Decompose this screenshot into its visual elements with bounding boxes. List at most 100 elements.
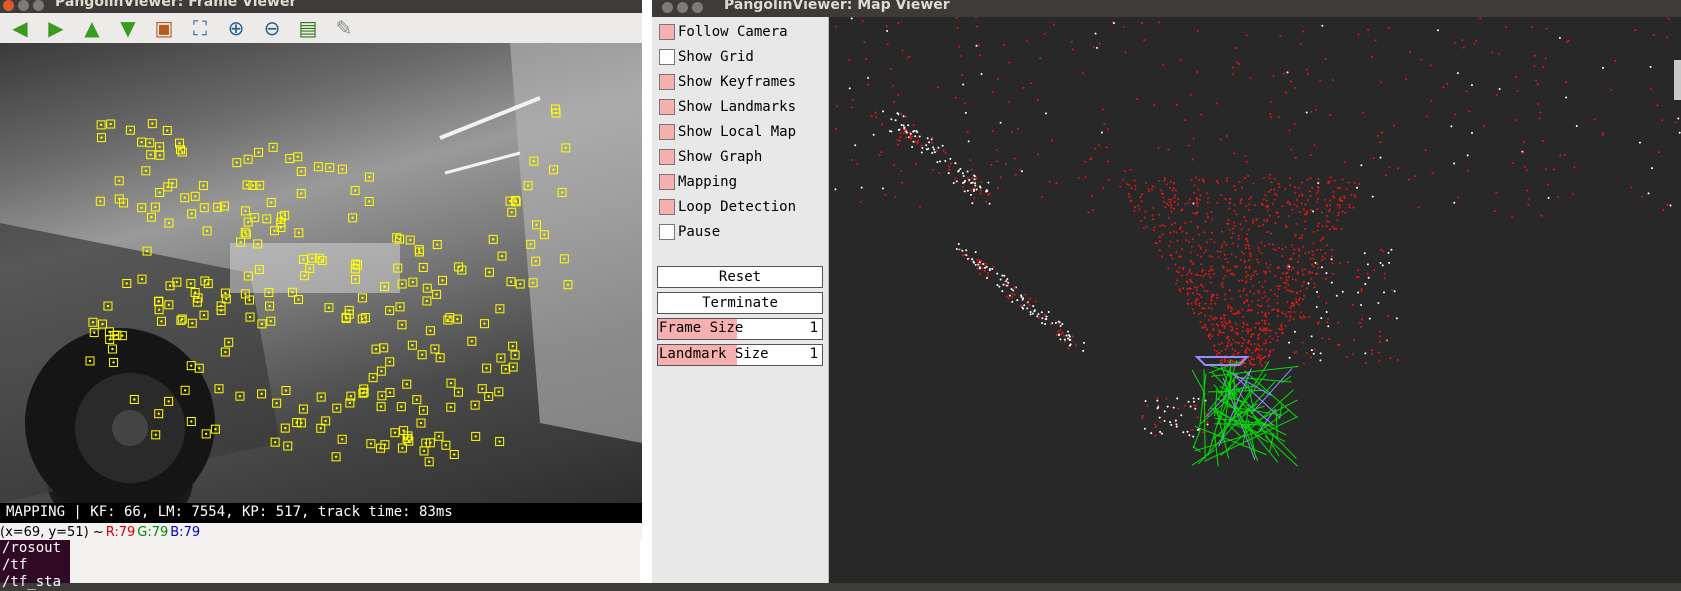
feature-point (399, 306, 401, 308)
landmark-point (1311, 187, 1313, 189)
save-icon[interactable]: ▤ (296, 17, 320, 39)
landmark-point (1187, 294, 1189, 296)
landmark-point (1315, 262, 1317, 264)
landmark-point (1167, 149, 1169, 151)
landmark-point (1298, 248, 1300, 250)
landmark-point (856, 163, 858, 165)
maximize-icon[interactable] (692, 2, 703, 13)
landmark-point (1291, 209, 1293, 211)
landmark-point (1269, 270, 1271, 272)
image-icon[interactable]: ▣ (152, 17, 176, 39)
checkbox-show-local-map[interactable]: Show Local Map (659, 121, 796, 143)
feature-point (224, 292, 226, 294)
checkbox-box[interactable] (659, 74, 675, 90)
checkbox-follow-camera[interactable]: Follow Camera (659, 21, 788, 43)
feature-point (400, 405, 402, 407)
zoom-out-icon[interactable]: ⊖ (260, 17, 284, 39)
landmark-point (1208, 307, 1210, 309)
landmark-point (1030, 311, 1032, 313)
feature-point (370, 442, 372, 444)
landmark-point (1641, 196, 1643, 198)
brush-icon[interactable]: ✎ (332, 17, 356, 39)
landmark-point (931, 136, 933, 138)
frame-viewer-titlebar[interactable]: PangolinViewer: Frame Viewer (0, 0, 642, 13)
landmark-point (1408, 179, 1410, 181)
close-icon[interactable] (3, 0, 14, 11)
landmark-point (1450, 125, 1452, 127)
checkbox-show-graph[interactable]: Show Graph (659, 146, 762, 168)
landmark-point (1269, 174, 1271, 176)
arrow-right-icon[interactable]: ▶ (44, 17, 68, 39)
map-viewer-titlebar[interactable]: PangolinViewer: Map Viewer (652, 0, 1681, 17)
checkbox-show-grid[interactable]: Show Grid (659, 46, 754, 68)
checkbox-box[interactable] (659, 199, 675, 215)
landmark-point (913, 141, 915, 143)
zoom-fit-icon[interactable]: ⛶ (188, 17, 212, 39)
landmark-point (962, 83, 964, 85)
checkbox-box[interactable] (659, 49, 675, 65)
landmark-point (1303, 363, 1305, 365)
checkbox-loop-detection[interactable]: Loop Detection (659, 196, 796, 218)
landmark-point (903, 128, 905, 130)
landmark-point (913, 124, 915, 126)
checkbox-box[interactable] (659, 99, 675, 115)
landmark-point (1207, 423, 1209, 425)
minimize-icon[interactable] (677, 2, 688, 13)
landmark-point (1184, 119, 1186, 121)
landmark-point (958, 243, 960, 245)
arrow-up-icon[interactable]: ▲ (80, 17, 104, 39)
terminate-button[interactable]: Terminate (657, 292, 823, 314)
checkbox-box[interactable] (659, 24, 675, 40)
landmark-point (1329, 114, 1331, 116)
zoom-in-icon[interactable]: ⊕ (224, 17, 248, 39)
checkbox-box[interactable] (659, 224, 675, 240)
landmark-point (1193, 401, 1195, 403)
landmark-point (1235, 213, 1237, 215)
checkbox-box[interactable] (659, 124, 675, 140)
checkbox-show-landmarks[interactable]: Show Landmarks (659, 96, 796, 118)
landmark-point (1537, 103, 1539, 105)
landmark-point (1289, 130, 1291, 132)
landmark-point (1265, 271, 1267, 273)
landmark-point (928, 141, 930, 143)
landmark-point (1226, 180, 1228, 182)
reset-button[interactable]: Reset (657, 266, 823, 288)
minimize-icon[interactable] (18, 0, 29, 11)
feature-point (485, 367, 487, 369)
landmark-point (1053, 23, 1055, 25)
landmark-size-slider[interactable]: Landmark Size 1 (657, 344, 823, 366)
map-3d-view[interactable] (829, 17, 1681, 583)
landmark-point (1326, 244, 1328, 246)
maximize-icon[interactable] (33, 0, 44, 11)
close-icon[interactable] (662, 2, 673, 13)
landmark-point (1414, 175, 1416, 177)
checkbox-mapping[interactable]: Mapping (659, 171, 737, 193)
landmark-point (1245, 247, 1247, 249)
checkbox-show-keyframes[interactable]: Show Keyframes (659, 71, 796, 93)
landmark-point (1166, 183, 1168, 185)
landmark-point (1270, 189, 1272, 191)
frame-size-slider[interactable]: Frame Size 1 (657, 318, 823, 340)
feature-point (341, 438, 343, 440)
landmark-point (1168, 245, 1170, 247)
landmark-point (1312, 265, 1314, 267)
landmark-point (1653, 34, 1655, 36)
checkbox-box[interactable] (659, 174, 675, 190)
landmark-point (961, 250, 963, 252)
feature-point (341, 168, 343, 170)
landmark-point (1394, 290, 1396, 292)
feature-point (401, 447, 403, 449)
landmark-point (1236, 266, 1238, 268)
terminal[interactable]: /rosout /tf /tf_sta (0, 540, 70, 583)
landmark-point (1267, 267, 1269, 269)
checkbox-box[interactable] (659, 149, 675, 165)
landmark-point (1339, 262, 1341, 264)
landmark-point (1243, 253, 1245, 255)
arrow-down-icon[interactable]: ▼ (116, 17, 140, 39)
feature-point (295, 421, 297, 423)
landmark-point (1247, 323, 1249, 325)
landmark-point (1446, 83, 1448, 85)
scrollbar[interactable] (1674, 60, 1681, 100)
arrow-left-icon[interactable]: ◀ (8, 17, 32, 39)
checkbox-pause[interactable]: Pause (659, 221, 720, 243)
